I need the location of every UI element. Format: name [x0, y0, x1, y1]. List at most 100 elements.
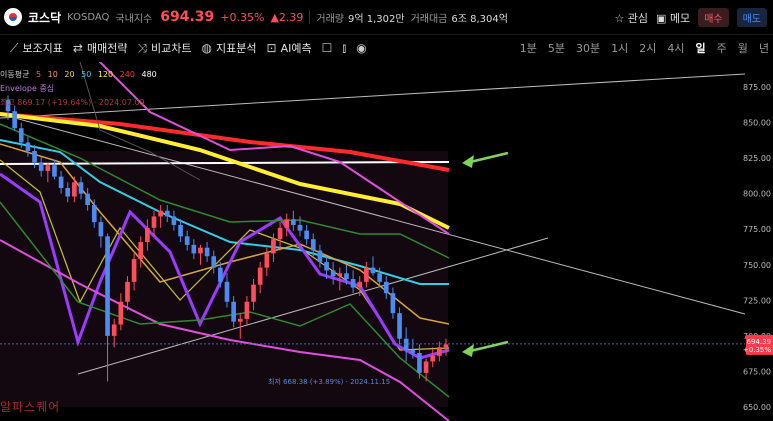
index-type: 국내지수: [115, 13, 153, 25]
candle-body: [171, 216, 177, 225]
candle-body: [184, 236, 190, 245]
candle-body: [105, 236, 110, 336]
period-2h[interactable]: 2시: [639, 40, 656, 56]
ai-icon: ⊡: [266, 41, 277, 55]
candle-body: [357, 281, 363, 288]
price-tick-label: 825.00: [743, 154, 771, 163]
period-day[interactable]: 일: [696, 40, 706, 56]
korea-flag-icon: [4, 8, 22, 26]
candle-body: [125, 281, 130, 302]
tool-screenshot[interactable]: ◉: [356, 41, 366, 55]
market-code: KOSDAQ: [67, 11, 110, 23]
candle-body: [330, 270, 336, 277]
candle-body: [397, 313, 402, 339]
strategy-icon: ⇄: [72, 41, 83, 55]
candle-body: [78, 182, 84, 194]
candle-body: [324, 261, 329, 271]
tool-label: AI예측: [280, 42, 312, 55]
chart-legend: 이동평균 5 10 20 50 120 240 480 Envelope 중심 …: [0, 68, 161, 110]
ma-480: 480: [141, 70, 157, 79]
candle-body: [52, 165, 57, 177]
tool-compare-chart[interactable]: ⤨ 비교차트: [137, 40, 191, 56]
candlestick-chart[interactable]: 최저 668.38 (+3.89%) · 2024.11.15 875.00 850…: [0, 62, 773, 421]
memo-label: 메모: [669, 11, 691, 25]
square-icon: ☐: [321, 41, 333, 55]
price-tick-label: 725.00: [743, 296, 771, 305]
analysis-icon: ◍: [201, 41, 213, 55]
candle-body: [277, 227, 283, 240]
tool-checkbox[interactable]: ☐: [322, 41, 333, 55]
price-tick-label: 775.00: [743, 225, 771, 234]
candle-body: [317, 250, 323, 262]
candle-body: [430, 355, 436, 362]
tool-label: 보조지표: [22, 42, 63, 55]
volume-value: 9억 1,302만: [348, 13, 405, 25]
candle-body: [211, 256, 217, 268]
ma-240: 240: [119, 70, 135, 79]
period-4h[interactable]: 4시: [667, 40, 684, 56]
period-month[interactable]: 월: [738, 40, 748, 56]
candle-body: [383, 281, 389, 294]
period-selector: 1분 5분 30분 1시 2시 4시 일 주 월 년: [520, 40, 769, 56]
candle-body: [191, 244, 197, 254]
interest-label: 관심: [627, 11, 649, 25]
compare-icon: ⤨: [137, 40, 148, 55]
candle-body: [284, 219, 290, 228]
candle-body: [390, 293, 396, 314]
candle-body: [178, 224, 183, 237]
divider: [309, 10, 311, 24]
tool-label: 지표분석: [216, 42, 257, 55]
tool-trading-strategy[interactable]: ⇄ 매매전략: [73, 40, 128, 56]
tool-candle-type[interactable]: ⫾: [342, 41, 346, 56]
candle-body: [251, 284, 256, 302]
tool-label: 비교차트: [151, 42, 192, 55]
candle-body: [231, 301, 236, 322]
current-price-badge-label: 694.39: [747, 338, 772, 346]
candle-body: [403, 338, 409, 351]
candle-body: [151, 216, 157, 228]
candle-body: [264, 253, 270, 268]
watermark: 알파스퀘어: [0, 400, 61, 414]
candle-body: [271, 239, 276, 254]
indicator-icon: ⟋: [10, 40, 19, 55]
candle-body: [344, 273, 349, 279]
candle-body: [370, 267, 376, 274]
candle-body: [204, 247, 210, 257]
candle-body: [72, 182, 77, 197]
period-1h[interactable]: 1시: [611, 40, 628, 56]
candle-body: [158, 210, 163, 217]
tool-ai-prediction[interactable]: ⊡ AI예측: [267, 40, 312, 56]
candle-body: [138, 242, 144, 260]
candle-body: [237, 318, 243, 322]
tool-indicator-analysis[interactable]: ◍ 지표분석: [202, 40, 257, 56]
candle-body: [85, 193, 90, 206]
interest-button[interactable]: ☆ 관심: [614, 10, 648, 26]
envelope-legend: Envelope 중심: [0, 84, 55, 93]
ma-120: 120: [97, 70, 114, 79]
period-year[interactable]: 년: [759, 40, 769, 56]
current-change-badge-label: +0.35%: [743, 346, 771, 354]
ma-20: 20: [64, 70, 75, 79]
candle-body: [111, 324, 117, 336]
price-tick-label: 675.00: [743, 367, 771, 376]
period-5min[interactable]: 5분: [548, 40, 565, 56]
candle-body: [257, 267, 263, 285]
sell-button[interactable]: 매도: [736, 8, 767, 27]
price-tick-label: 850.00: [743, 119, 771, 128]
period-week[interactable]: 주: [717, 40, 727, 56]
change-percent: +0.35%: [220, 10, 265, 24]
memo-button[interactable]: ▣ 메모: [656, 10, 690, 26]
period-1min[interactable]: 1분: [520, 40, 537, 56]
index-name: 코스닥: [28, 10, 62, 25]
candle-icon: ⫾: [342, 40, 347, 55]
amount-value: 6조 8,304억: [451, 13, 508, 25]
high-legend: 최고 869.17 (+19.64%) · 2024.07.09: [0, 98, 145, 107]
low-annotation: 최저 668.38 (+3.89%) · 2024.11.15: [268, 377, 390, 386]
ma-50: 50: [81, 70, 92, 79]
tool-indicators[interactable]: ⟋ 보조지표: [10, 40, 63, 56]
buy-button[interactable]: 매수: [698, 8, 729, 27]
candle-body: [131, 259, 137, 282]
price-tick-label: 650.00: [743, 403, 771, 412]
candle-body: [224, 281, 230, 302]
period-30min[interactable]: 30분: [576, 40, 600, 56]
